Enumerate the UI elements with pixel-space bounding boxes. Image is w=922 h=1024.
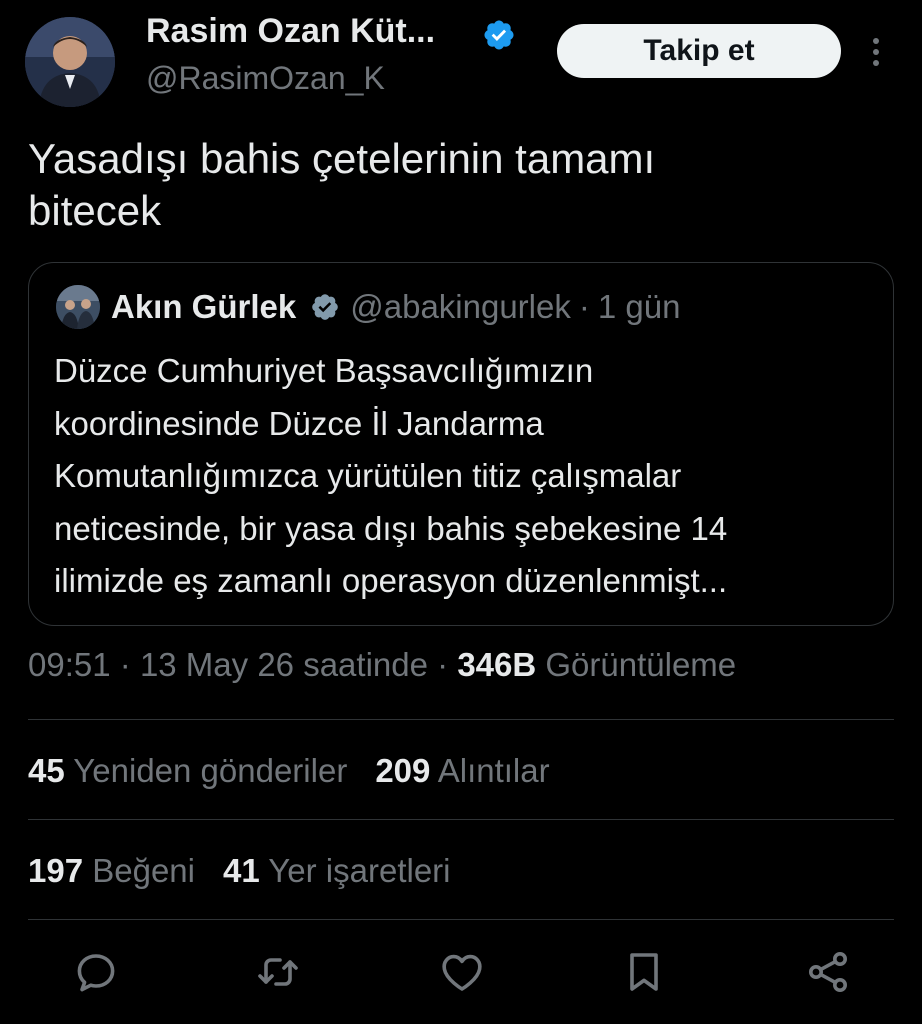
quoted-text-line: Komutanlığımızca yürütülen titiz çalışma… (54, 457, 682, 494)
divider (28, 819, 894, 820)
quotes-count: 209 (375, 752, 431, 789)
divider (28, 719, 894, 720)
likes-count: 197 (28, 852, 84, 889)
reposts-count: 45 (28, 752, 65, 789)
quoted-text-line: koordinesinde Düzce İl Jandarma (54, 404, 544, 442)
share-button[interactable] (804, 948, 852, 996)
reply-icon (77, 954, 115, 992)
gray-verified-badge-icon (312, 294, 339, 320)
tweet-time[interactable]: 09:51 (28, 646, 111, 683)
share-icon (809, 952, 847, 992)
tweet-text-line: Yasadışı bahis çetelerinin tamamı (28, 135, 656, 182)
quotes-label: Alıntılar (437, 752, 550, 789)
reply-button[interactable] (72, 948, 120, 996)
views-count: 346B (457, 646, 537, 683)
reposts-stat[interactable]: 45 Yeniden gönderiler (28, 752, 347, 789)
quoted-tweet-time[interactable]: 1 gün (598, 288, 681, 326)
likes-label: Beğeni (92, 852, 195, 889)
verified-badge-icon (482, 18, 516, 52)
quoted-author-name[interactable]: Akın Gürlek (111, 288, 296, 326)
separator-dot: · (437, 646, 449, 683)
engagement-stats-row-2: 197 Beğeni 41 Yer işaretleri (28, 852, 451, 890)
quoted-author-avatar[interactable] (56, 285, 100, 329)
tweet-text: Yasadışı bahis çetelerinin tamamı bitece… (28, 133, 888, 237)
bookmarks-stat[interactable]: 41 Yer işaretleri (223, 852, 451, 889)
author-avatar[interactable] (25, 17, 115, 107)
author-name[interactable]: Rasim Ozan Küt... (146, 12, 435, 51)
quoted-text-line: Düzce Cumhuriyet Başsavcılığımızın (54, 352, 594, 389)
tweet-meta: 09:51 · 13 May 26 saatinde · 346B Görünt… (28, 646, 736, 684)
quoted-text-line: neticesinde, bir yasa dışı bahis şebekes… (54, 509, 728, 547)
tweet-date[interactable]: 13 May 26 saatinde (140, 646, 428, 683)
quoted-text-line: ilimizde eş zamanlı operasyon düzenlenmi… (54, 562, 728, 599)
separator-dot: · (119, 646, 131, 683)
more-options-icon[interactable] (866, 36, 886, 68)
bookmarks-count: 41 (223, 852, 260, 889)
like-button[interactable] (438, 948, 486, 996)
tweet-text-line: bitecek (28, 187, 162, 234)
tweet-detail: Rasim Ozan Küt... @RasimOzan_K Takip et … (0, 0, 922, 1024)
bookmark-button[interactable] (620, 948, 668, 996)
bookmarks-label: Yer işaretleri (268, 852, 451, 889)
divider (28, 919, 894, 920)
separator-dot: · (578, 288, 590, 325)
engagement-stats-row-1: 45 Yeniden gönderiler 209 Alıntılar (28, 752, 550, 790)
quoted-tweet-text: Düzce Cumhuriyet Başsavcılığımızın koord… (54, 345, 884, 608)
quoted-author-handle[interactable]: @abakingurlek (350, 288, 571, 326)
like-icon (442, 954, 482, 991)
repost-button[interactable] (254, 948, 302, 996)
bookmark-icon (630, 953, 658, 991)
quoted-tweet-card[interactable]: Akın Gürlek @abakingurlek · 1 gün Düzce … (28, 262, 894, 626)
views-label: Görüntüleme (545, 646, 737, 683)
repost-icon (258, 958, 298, 986)
reposts-label: Yeniden gönderiler (73, 752, 348, 789)
author-handle[interactable]: @RasimOzan_K (146, 60, 385, 97)
quotes-stat[interactable]: 209 Alıntılar (375, 752, 549, 789)
follow-button[interactable]: Takip et (557, 24, 841, 78)
likes-stat[interactable]: 197 Beğeni (28, 852, 195, 889)
quoted-tweet-header: Akın Gürlek @abakingurlek · 1 gün (111, 285, 680, 329)
